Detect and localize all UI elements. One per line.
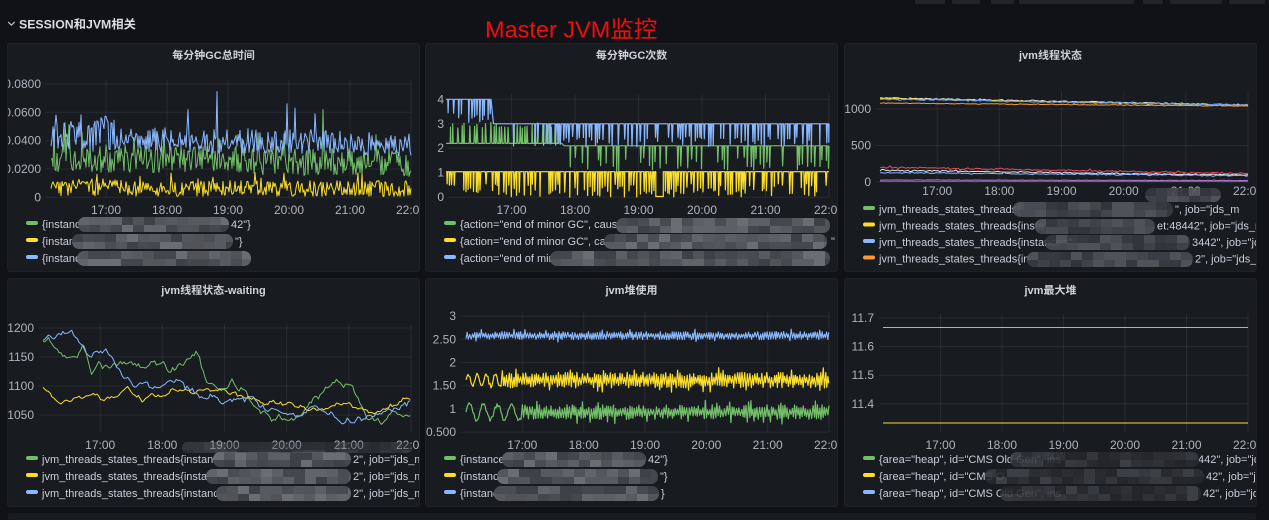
svg-text:jvm_threads_states_threads{ins: jvm_threads_states_threads{instance=" (41, 454, 235, 466)
svg-text:20:00: 20:00 (691, 438, 721, 452)
svg-text:"}: "} (235, 236, 243, 248)
svg-text:0.0200: 0.0200 (8, 162, 41, 176)
svg-text:21:00: 21:00 (1171, 438, 1201, 452)
svg-text:jvm_threads_states_threads{ins: jvm_threads_states_threads{instance=" (878, 237, 1072, 249)
svg-text:-waiting: -waiting (224, 285, 266, 297)
svg-text:": " (831, 236, 835, 248)
svg-text:22:00: 22:00 (814, 203, 837, 217)
svg-text:Master JVM: Master JVM (485, 17, 610, 43)
svg-text:17:00: 17:00 (85, 438, 115, 452)
svg-text:1200: 1200 (8, 321, 34, 335)
svg-text:17:00: 17:00 (496, 203, 526, 217)
svg-text:20:00: 20:00 (687, 203, 717, 217)
svg-text:}: } (661, 488, 665, 500)
svg-text:11.7: 11.7 (852, 311, 875, 325)
svg-text:18:00: 18:00 (152, 203, 182, 217)
svg-text:jvm_threads_states_threads{ins: jvm_threads_states_threads{instance (41, 471, 225, 483)
svg-text:2", job="jds_m: 2", job="jds_m (353, 471, 419, 483)
svg-text:2", job="jds_m: 2", job="jds_m (1195, 254, 1256, 266)
svg-text:17:00: 17:00 (91, 203, 121, 217)
svg-text:jvm_threads_states_threads{ins: jvm_threads_states_threads{insta (878, 221, 1045, 233)
svg-text:22:00: 22:00 (396, 203, 419, 217)
svg-text:19:00: 19:00 (623, 203, 653, 217)
svg-text:0: 0 (864, 175, 871, 189)
svg-text:1050: 1050 (8, 408, 34, 422)
svg-text:18:00: 18:00 (560, 203, 590, 217)
svg-text:1000: 1000 (845, 102, 871, 116)
svg-text:2: 2 (437, 141, 444, 155)
svg-text:20:00: 20:00 (274, 203, 304, 217)
svg-text:18:00: 18:00 (987, 438, 1017, 452)
svg-text:17:00: 17:00 (507, 438, 537, 452)
svg-text:"}: "} (660, 471, 668, 483)
svg-text:17:00: 17:00 (922, 184, 952, 198)
svg-text:2", job="jds_m: 2", job="jds_m (353, 454, 419, 466)
svg-text:0: 0 (437, 190, 444, 204)
svg-text:jvm_threads_states_threads{ins: jvm_threads_states_threads{instance=" (41, 488, 235, 500)
svg-text:42"}: 42"} (231, 219, 251, 231)
svg-text:22:00: 22:00 (1233, 438, 1256, 452)
svg-text:2: 2 (449, 356, 456, 370)
svg-text:42"}: 42"} (648, 454, 668, 466)
svg-text:21:00: 21:00 (750, 203, 780, 217)
svg-text:jvm: jvm (1024, 285, 1044, 297)
svg-text:42", job="jd: 42", job="jd (1206, 471, 1256, 483)
svg-text:22:00: 22:00 (814, 438, 837, 452)
svg-text:GC: GC (205, 50, 222, 62)
svg-text:19:00: 19:00 (630, 438, 660, 452)
svg-text:42", job="jd: 42", job="jd (1203, 488, 1256, 500)
svg-text:JVM: JVM (86, 18, 111, 32)
svg-text:3: 3 (437, 117, 444, 131)
svg-text:", job="jds_m: ", job="jds_m (1175, 204, 1239, 216)
svg-text:0.500: 0.500 (426, 425, 456, 439)
svg-text:2.50: 2.50 (433, 332, 457, 346)
svg-text:18:00: 18:00 (984, 184, 1014, 198)
svg-text:11.6: 11.6 (852, 340, 875, 354)
svg-text:2", job="jds_m: 2", job="jds_m (353, 488, 419, 500)
svg-text:500: 500 (851, 139, 871, 153)
svg-text:jvm: jvm (1018, 50, 1038, 62)
svg-text:0: 0 (34, 190, 41, 204)
svg-text:jvm: jvm (605, 285, 625, 297)
svg-text:SESSION: SESSION (19, 18, 74, 32)
svg-text:17:00: 17:00 (925, 438, 955, 452)
svg-text:1150: 1150 (8, 350, 34, 364)
svg-text:20:00: 20:00 (1109, 184, 1139, 198)
svg-text:20:00: 20:00 (1110, 438, 1140, 452)
svg-text:18:00: 18:00 (569, 438, 599, 452)
svg-text:jvm_threads_states_threads{: jvm_threads_states_threads{ (878, 204, 1021, 216)
svg-text:0.0600: 0.0600 (8, 105, 41, 119)
svg-text:442", job="jd: 442", job="jd (1198, 454, 1256, 466)
svg-text:1.50: 1.50 (433, 379, 457, 393)
svg-text:1: 1 (449, 402, 456, 416)
svg-text:11.4: 11.4 (852, 397, 875, 411)
svg-text:11.5: 11.5 (852, 368, 875, 382)
svg-text:1100: 1100 (8, 379, 34, 393)
svg-text:21:00: 21:00 (753, 438, 783, 452)
svg-text:3: 3 (449, 309, 456, 323)
svg-text:0.0800: 0.0800 (8, 77, 41, 91)
svg-text:1: 1 (437, 166, 444, 180)
svg-text:21:00: 21:00 (335, 203, 365, 217)
svg-text:4: 4 (437, 92, 444, 106)
svg-text:3442", job="jds_m: 3442", job="jds_m (1192, 237, 1256, 249)
svg-text:19:00: 19:00 (1048, 438, 1078, 452)
svg-text:19:00: 19:00 (213, 203, 243, 217)
svg-text:jvm_threads_states_threads{in: jvm_threads_states_threads{in (878, 254, 1029, 266)
svg-text:jvm: jvm (160, 285, 180, 297)
svg-text:et:48442", job="jds_m: et:48442", job="jds_m (1157, 221, 1256, 233)
svg-text:19:00: 19:00 (1046, 184, 1076, 198)
svg-text:GC: GC (629, 50, 646, 62)
svg-text:0.0400: 0.0400 (8, 134, 41, 148)
svg-text:18:00: 18:00 (147, 438, 177, 452)
svg-text:22:00: 22:00 (1233, 184, 1256, 198)
